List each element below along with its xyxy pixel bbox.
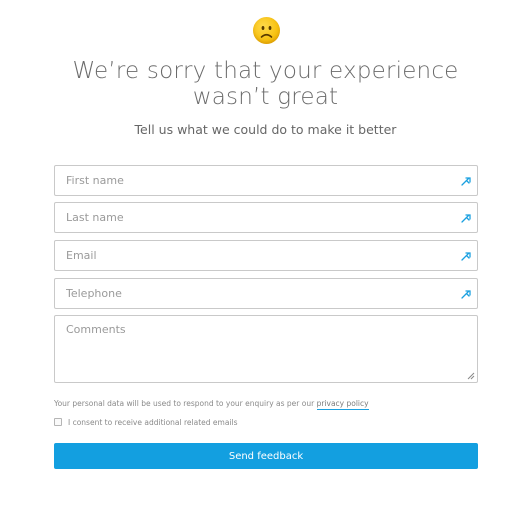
page-subtitle: Tell us what we could do to make it bett… xyxy=(134,122,397,137)
telephone-field[interactable] xyxy=(54,278,478,309)
consent-label: I consent to receive additional related … xyxy=(68,417,238,427)
autofill-key-icon[interactable] xyxy=(460,250,472,262)
comments-field[interactable] xyxy=(54,315,478,383)
autofill-key-icon[interactable] xyxy=(460,288,472,300)
autofill-key-icon[interactable] xyxy=(460,175,472,187)
autofill-key-icon[interactable] xyxy=(460,212,472,224)
email-field[interactable] xyxy=(54,240,478,271)
sad-face-icon xyxy=(253,17,280,44)
privacy-notice: Your personal data will be used to respo… xyxy=(54,399,369,410)
consent-checkbox[interactable] xyxy=(54,418,62,426)
privacy-policy-link[interactable]: privacy policy xyxy=(316,399,369,410)
last-name-field[interactable] xyxy=(54,202,478,233)
send-feedback-button[interactable]: Send feedback xyxy=(54,443,478,469)
first-name-field[interactable] xyxy=(54,165,478,196)
resize-grip-icon[interactable] xyxy=(467,372,475,380)
page-title: We’re sorry that your experience wasn’t … xyxy=(72,58,459,110)
consent-row[interactable]: I consent to receive additional related … xyxy=(54,417,238,427)
comments-textarea[interactable] xyxy=(55,316,477,382)
last-name-input[interactable] xyxy=(55,203,477,232)
feedback-page: We’re sorry that your experience wasn’t … xyxy=(0,0,531,512)
first-name-input[interactable] xyxy=(55,166,477,195)
privacy-notice-text: Your personal data will be used to respo… xyxy=(54,399,315,408)
telephone-input[interactable] xyxy=(55,279,477,308)
email-input[interactable] xyxy=(55,241,477,270)
